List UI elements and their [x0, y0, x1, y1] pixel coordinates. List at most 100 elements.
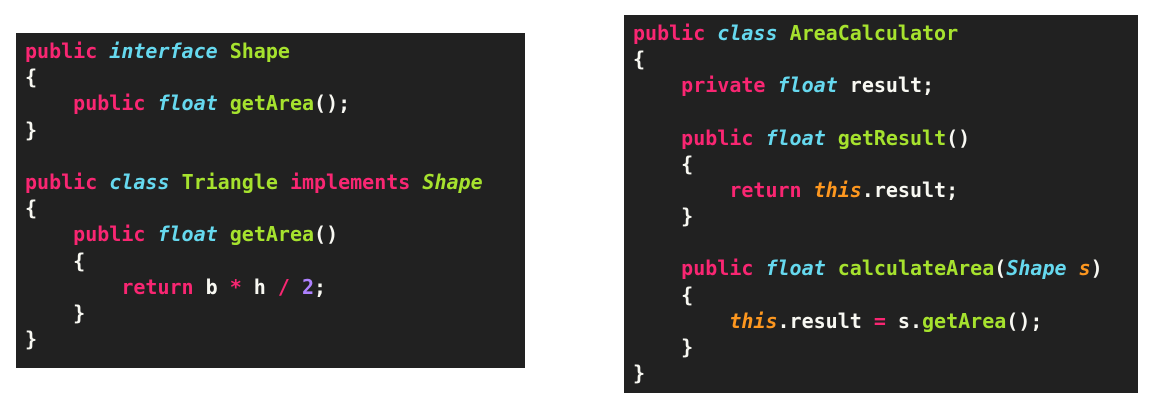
code-line: }	[633, 361, 645, 385]
code-token-this: this	[729, 308, 778, 333]
code-token-plain: }	[633, 334, 694, 359]
code-token-type: float	[157, 91, 218, 116]
code-token-name: getArea	[229, 222, 315, 247]
code-token-operator: /	[277, 274, 290, 299]
code-token-type: float	[157, 222, 218, 247]
code-token-type: Shape	[1006, 256, 1067, 281]
code-token-plain: .result;	[861, 177, 959, 202]
code-line: public class Triangle implements Shape	[25, 170, 483, 194]
code-token-keyword: public	[681, 125, 754, 150]
code-token-plain: {	[633, 151, 694, 176]
code-token-type: float	[777, 73, 838, 98]
code-token-type: interface	[109, 39, 218, 63]
code-token-keyword: public	[633, 21, 706, 45]
code-token-this: this	[813, 177, 862, 202]
code-token-keyword: return	[121, 274, 194, 299]
code-token-plain: }	[633, 360, 646, 385]
code-token-keyword: implements	[289, 170, 411, 194]
code-line: {	[633, 283, 693, 307]
code-line: }	[633, 204, 693, 228]
code-token-type: float	[765, 256, 826, 281]
code-token-name: getResult	[837, 125, 947, 150]
code-line: public float getArea();	[25, 91, 350, 115]
code-line: {	[633, 47, 645, 71]
code-token-param: s	[1078, 256, 1091, 281]
code-token-name: Shape	[229, 39, 290, 63]
code-token-keyword: public	[73, 91, 146, 116]
code-line: public float getResult()	[633, 126, 970, 150]
code-token-name: calculateArea	[837, 256, 995, 281]
code-line: public float calculateArea(Shape s)	[633, 256, 1103, 280]
code-token-plain: .result	[777, 308, 874, 333]
code-token-plain: ()	[314, 222, 339, 247]
code-token-keyword: public	[681, 256, 754, 281]
code-line: }	[25, 301, 85, 325]
code-token-plain: }	[25, 117, 38, 142]
code-token-plain: }	[25, 301, 86, 325]
code-line: public class AreaCalculator	[633, 21, 958, 45]
code-line: private float result;	[633, 73, 934, 97]
code-token-plain: b	[193, 274, 230, 299]
code-line: {	[25, 65, 37, 89]
code-line: public float getArea()	[25, 222, 338, 246]
code-token-type: float	[765, 125, 826, 150]
code-token-name: getArea	[922, 308, 1007, 333]
code-token-plain: {	[633, 47, 646, 72]
code-token-operator: *	[229, 274, 242, 299]
code-token-plain: (	[994, 256, 1007, 281]
code-token-plain: {	[25, 65, 38, 90]
code-token-plain: }	[633, 204, 694, 229]
code-editor-right: public class AreaCalculator{ private flo…	[624, 15, 1138, 393]
code-token-plain: ();	[314, 91, 351, 116]
code-line: return this.result;	[633, 178, 958, 202]
code-token-keyword: public	[73, 222, 146, 247]
code-line: {	[633, 152, 693, 176]
code-token-name: getArea	[229, 91, 315, 116]
code-token-keyword: public	[25, 170, 98, 194]
code-editor-left: public interface Shape { public float get…	[16, 33, 525, 368]
code-token-plain: {	[633, 282, 694, 307]
code-token-plain: result;	[837, 73, 935, 98]
code-token-plain: }	[25, 327, 38, 352]
code-token-plain: ();	[1006, 308, 1043, 333]
code-token-type: class	[717, 21, 778, 45]
code-token-keyword: return	[729, 177, 802, 202]
code-token-keyword: private	[681, 73, 766, 98]
code-token-iface: Shape	[422, 170, 483, 194]
code-line: return b * h / 2;	[25, 275, 326, 299]
code-token-name: AreaCalculator	[789, 21, 959, 45]
code-token-plain: ;	[314, 274, 327, 299]
code-line: }	[25, 118, 37, 142]
code-line: {	[25, 196, 37, 220]
code-token-operator: =	[873, 308, 886, 333]
code-line: }	[25, 327, 37, 351]
code-token-plain: s.	[885, 308, 922, 333]
code-token-number: 2	[301, 274, 315, 299]
code-line: this.result = s.getArea();	[633, 309, 1042, 333]
code-token-type: class	[109, 170, 170, 194]
code-token-plain: {	[25, 248, 86, 273]
